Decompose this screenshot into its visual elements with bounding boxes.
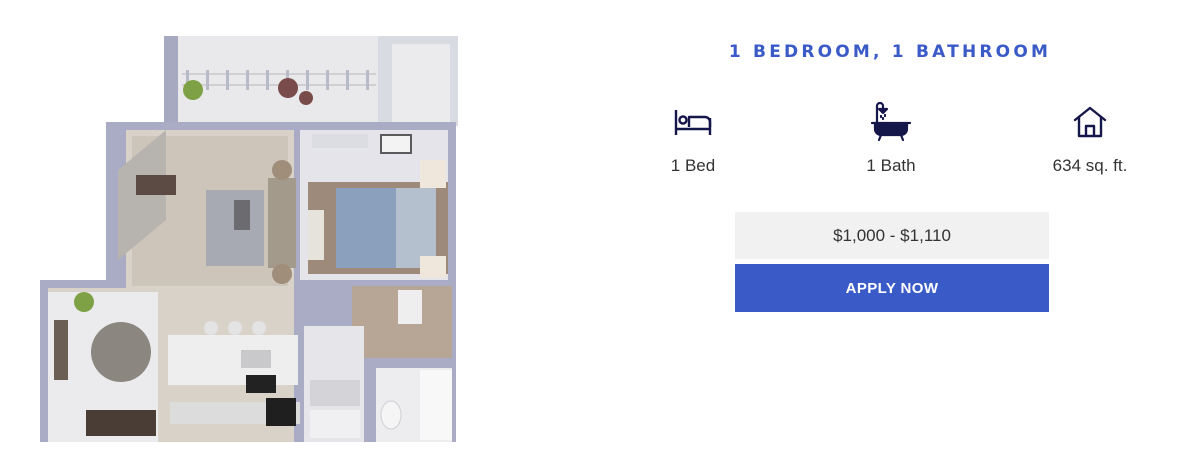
bath-label: 1 Bath: [866, 156, 916, 175]
house-icon: [1035, 100, 1145, 144]
apply-now-button[interactable]: APPLY NOW: [735, 264, 1049, 312]
price-range: $1,000 - $1,110: [735, 212, 1049, 259]
feature-area: 634 sq. ft.: [1035, 100, 1145, 176]
feature-bed: 1 Bed: [638, 100, 748, 176]
bed-icon: [638, 100, 748, 144]
unit-info-panel: 1 BEDROOM, 1 BATHROOM 1 Bed 1 Bath 634 s…: [650, 0, 1130, 467]
area-label: 634 sq. ft.: [1052, 156, 1128, 175]
bathtub-shower-icon: [836, 100, 946, 144]
unit-title: 1 BEDROOM, 1 BATHROOM: [728, 42, 1052, 62]
floor-plan-image: [36, 30, 486, 455]
bed-label: 1 Bed: [670, 156, 716, 175]
feature-bath: 1 Bath: [836, 100, 946, 176]
